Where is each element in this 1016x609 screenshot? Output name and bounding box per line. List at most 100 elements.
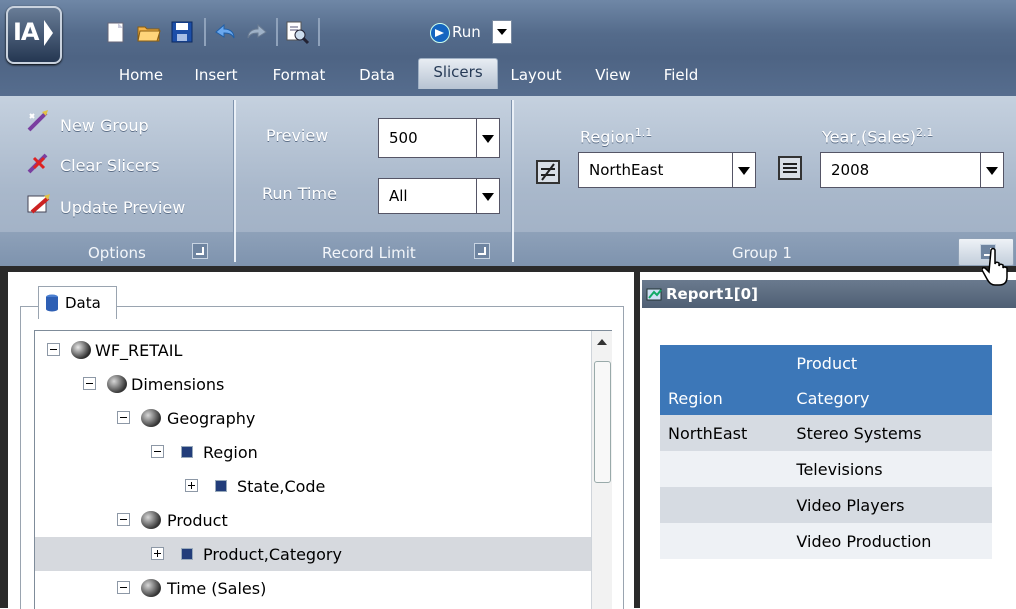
tree-item-label: Time (Sales)	[167, 579, 267, 598]
tree-item-product[interactable]: Product	[35, 503, 591, 537]
field-icon	[181, 446, 193, 458]
clear-slicers-icon	[26, 150, 52, 174]
data-tree: WF_RETAIL Dimensions Geography Region St…	[34, 330, 612, 609]
column-header-region: Region	[660, 381, 789, 415]
print-preview-icon[interactable]	[284, 20, 310, 45]
not-equal-operator-icon[interactable]	[536, 160, 560, 184]
app-logo[interactable]: IA	[6, 6, 62, 64]
runtime-record-select[interactable]: All	[378, 178, 500, 214]
toolbar-separator	[276, 18, 278, 46]
preview-label: Preview	[266, 126, 329, 145]
tree-item-dimensions[interactable]: Dimensions	[35, 367, 591, 401]
column-header-category: Category	[788, 381, 992, 415]
cell-category: Televisions	[788, 451, 992, 487]
open-folder-icon[interactable]	[136, 20, 161, 44]
tab-data[interactable]: Data	[352, 62, 402, 90]
app-logo-text: IA	[13, 18, 39, 46]
column-header-category-top: Product	[788, 345, 992, 381]
ribbon-group-label-bar	[0, 232, 1016, 266]
group1-label: Group 1	[732, 244, 792, 262]
options-dialog-launcher[interactable]	[192, 243, 208, 259]
collapse-icon[interactable]	[117, 411, 130, 424]
tree-item-product-category[interactable]: Product,Category	[35, 537, 591, 571]
table-header-row: Region Category	[660, 381, 992, 415]
tree-item-label: Product	[167, 511, 228, 530]
database-icon	[46, 294, 58, 312]
record-limit-group-label: Record Limit	[322, 244, 416, 262]
options-group-label: Options	[88, 244, 146, 262]
dimension-icon	[107, 375, 127, 393]
tree-item-geography[interactable]: Geography	[35, 401, 591, 435]
cell-region	[660, 487, 789, 523]
tab-insert[interactable]: Insert	[188, 62, 244, 90]
report-table: Product Region Category NorthEast Stereo…	[660, 345, 992, 559]
cell-region: NorthEast	[660, 415, 789, 451]
save-icon[interactable]	[170, 20, 194, 44]
tree-item-wf-retail[interactable]: WF_RETAIL	[35, 333, 591, 367]
chevron-down-icon[interactable]	[476, 119, 499, 157]
tab-view[interactable]: View	[590, 62, 636, 90]
toolbar-separator	[204, 18, 206, 46]
undo-icon[interactable]	[212, 20, 236, 44]
tab-format[interactable]: Format	[266, 62, 332, 90]
run-dropdown-button[interactable]	[492, 20, 512, 44]
dimension-icon	[141, 409, 161, 427]
chevron-down-icon[interactable]	[980, 153, 1003, 187]
toolbar-separator	[318, 18, 320, 46]
dimension-icon	[141, 579, 161, 597]
tree-item-label: Region	[203, 443, 258, 462]
field-icon	[181, 548, 193, 560]
record-limit-dialog-launcher[interactable]	[474, 243, 490, 259]
update-preview-icon	[26, 192, 52, 216]
year-slicer-label: Year,(Sales)2.1	[822, 126, 934, 146]
region-label-sup: 1.1	[634, 126, 653, 139]
tree-scrollbar[interactable]	[591, 331, 612, 609]
hand-cursor-icon	[981, 246, 1012, 288]
table-header-row: Product	[660, 345, 992, 381]
equal-operator-icon[interactable]	[778, 156, 802, 180]
tree-item-label: State,Code	[237, 477, 326, 496]
new-group-button[interactable]: New Group	[60, 116, 149, 135]
expand-icon[interactable]	[151, 547, 164, 560]
expand-icon[interactable]	[185, 479, 198, 492]
chevron-down-icon[interactable]	[476, 179, 499, 213]
group-separator	[234, 100, 236, 262]
collapse-icon[interactable]	[83, 377, 96, 390]
region-label-text: Region	[580, 127, 635, 147]
clear-slicers-button[interactable]: Clear Slicers	[60, 156, 160, 175]
chevron-down-icon[interactable]	[732, 153, 755, 187]
tab-slicers[interactable]: Slicers	[418, 58, 498, 89]
collapse-icon[interactable]	[47, 343, 60, 356]
year-slicer-value: 2008	[831, 161, 870, 179]
tab-layout[interactable]: Layout	[504, 62, 568, 90]
year-label-text: Year,(Sales)	[822, 127, 917, 147]
collapse-icon[interactable]	[117, 513, 130, 526]
scrollbar-thumb[interactable]	[594, 361, 611, 483]
new-document-icon[interactable]	[104, 20, 128, 44]
runtime-record-value: All	[389, 187, 408, 205]
data-panel-tab[interactable]: Data	[38, 286, 117, 319]
scroll-up-icon[interactable]	[597, 339, 607, 345]
table-row: Televisions	[660, 451, 992, 487]
tree-item-state-code[interactable]: State,Code	[35, 469, 591, 503]
logo-arrow-icon	[44, 20, 53, 46]
master-file-icon	[71, 341, 91, 359]
tab-home[interactable]: Home	[112, 62, 170, 90]
cell-region	[660, 451, 789, 487]
tab-field[interactable]: Field	[654, 62, 708, 90]
field-icon	[215, 480, 227, 492]
preview-record-select[interactable]: 500	[378, 118, 500, 158]
collapse-icon[interactable]	[117, 581, 130, 594]
tree-item-region[interactable]: Region	[35, 435, 591, 469]
tree-item-time-sales[interactable]: Time (Sales)	[35, 571, 591, 605]
run-button[interactable]: Run	[428, 18, 488, 46]
cell-category: Video Players	[788, 487, 992, 523]
year-slicer-select[interactable]: 2008	[820, 152, 1004, 188]
dimension-icon	[141, 511, 161, 529]
tree-item-label: Dimensions	[131, 375, 225, 394]
redo-icon[interactable]	[244, 20, 268, 44]
region-slicer-select[interactable]: NorthEast	[578, 152, 756, 188]
update-preview-button[interactable]: Update Preview	[60, 198, 185, 217]
column-header-region-top	[660, 345, 789, 381]
collapse-icon[interactable]	[151, 445, 164, 458]
